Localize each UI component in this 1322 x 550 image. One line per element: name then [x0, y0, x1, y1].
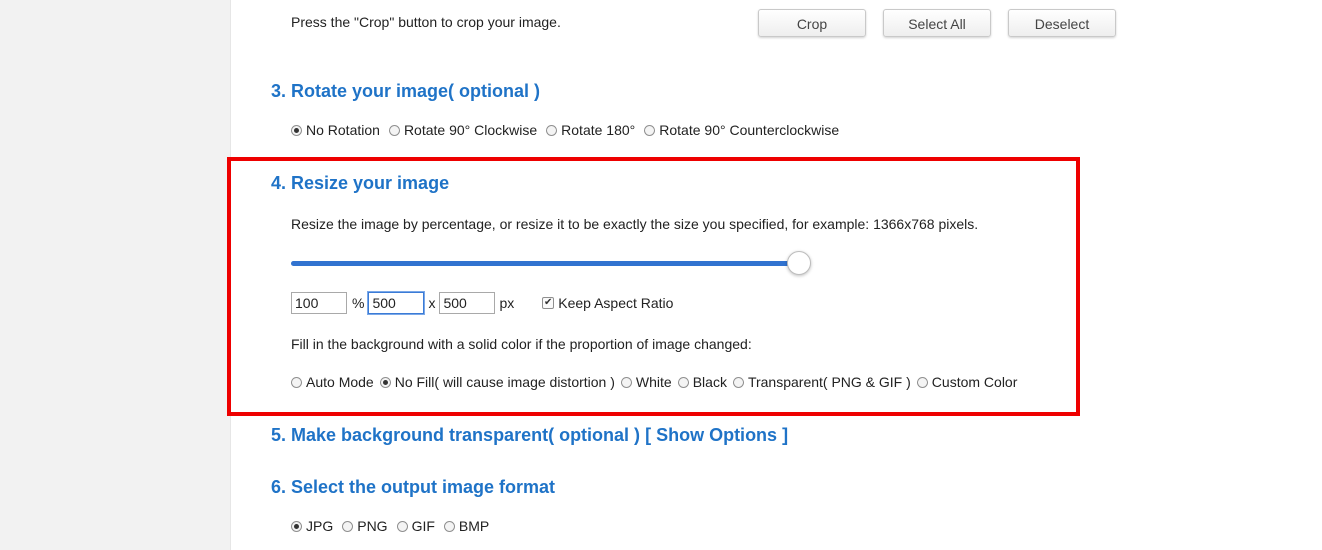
resize-slider-track[interactable] — [291, 261, 811, 266]
fill-option-none[interactable]: No Fill( will cause image distortion ) — [379, 374, 615, 390]
resize-heading: 4. Resize your image — [271, 173, 450, 193]
crop-hint: Press the "Crop" button to crop your ima… — [291, 14, 561, 30]
radio-icon[interactable] — [620, 376, 632, 388]
resize-slider-fill — [291, 261, 799, 266]
format-option-bmp[interactable]: BMP — [443, 518, 489, 534]
resize-description: Resize the image by percentage, or resiz… — [291, 216, 979, 232]
radio-icon[interactable] — [916, 376, 928, 388]
fill-options: Auto Mode No Fill( will cause image dist… — [291, 374, 1017, 390]
select-all-button[interactable]: Select All — [883, 9, 991, 37]
percent-input[interactable] — [291, 292, 347, 314]
keep-aspect-ratio[interactable]: ✔ Keep Aspect Ratio — [542, 295, 673, 311]
rotate-option-90ccw[interactable]: Rotate 90° Counterclockwise — [644, 122, 839, 138]
format-option-png[interactable]: PNG — [342, 518, 388, 534]
fill-option-transparent[interactable]: Transparent( PNG & GIF ) — [732, 374, 911, 390]
radio-icon[interactable] — [732, 376, 744, 388]
radio-icon[interactable] — [644, 124, 656, 136]
rotate-heading: 3. Rotate your image( optional ) — [271, 81, 541, 101]
radio-icon[interactable] — [546, 124, 558, 136]
px-unit: px — [499, 295, 515, 311]
fill-option-black[interactable]: Black — [677, 374, 727, 390]
fill-description: Fill in the background with a solid colo… — [291, 336, 752, 352]
times-sign: x — [428, 295, 436, 311]
radio-icon[interactable] — [677, 376, 689, 388]
radio-icon[interactable] — [443, 520, 455, 532]
transparent-heading-text: 5. Make background transparent( optional… — [271, 425, 641, 445]
radio-icon[interactable] — [291, 520, 302, 532]
deselect-button[interactable]: Deselect — [1008, 9, 1116, 37]
fill-option-auto[interactable]: Auto Mode — [291, 374, 374, 390]
format-options: JPG PNG GIF BMP — [291, 518, 498, 534]
radio-icon[interactable] — [388, 124, 400, 136]
radio-icon[interactable] — [379, 376, 391, 388]
transparent-heading: 5. Make background transparent( optional… — [271, 425, 788, 446]
rotate-options: No Rotation Rotate 90° Clockwise Rotate … — [291, 122, 848, 138]
show-options-link[interactable]: [ Show Options ] — [645, 425, 788, 445]
fill-option-custom[interactable]: Custom Color — [916, 374, 1017, 390]
height-input[interactable] — [439, 292, 496, 314]
crop-button[interactable]: Crop — [758, 9, 866, 37]
width-input[interactable] — [368, 292, 425, 314]
percent-unit: % — [352, 295, 365, 311]
rotate-option-180[interactable]: Rotate 180° — [546, 122, 635, 138]
radio-icon[interactable] — [291, 376, 302, 388]
checkbox-icon[interactable]: ✔ — [542, 297, 555, 309]
resize-inputs: % x px ✔ Keep Aspect Ratio — [291, 292, 682, 314]
radio-icon[interactable] — [396, 520, 408, 532]
rotate-option-90cw[interactable]: Rotate 90° Clockwise — [388, 122, 537, 138]
fill-option-white[interactable]: White — [620, 374, 672, 390]
rotate-option-none[interactable]: No Rotation — [291, 122, 380, 138]
format-option-gif[interactable]: GIF — [396, 518, 435, 534]
format-option-jpg[interactable]: JPG — [291, 518, 333, 534]
resize-slider-handle[interactable] — [787, 251, 811, 275]
radio-icon[interactable] — [291, 124, 302, 136]
format-heading: 6. Select the output image format — [271, 477, 556, 497]
radio-icon[interactable] — [342, 520, 354, 532]
